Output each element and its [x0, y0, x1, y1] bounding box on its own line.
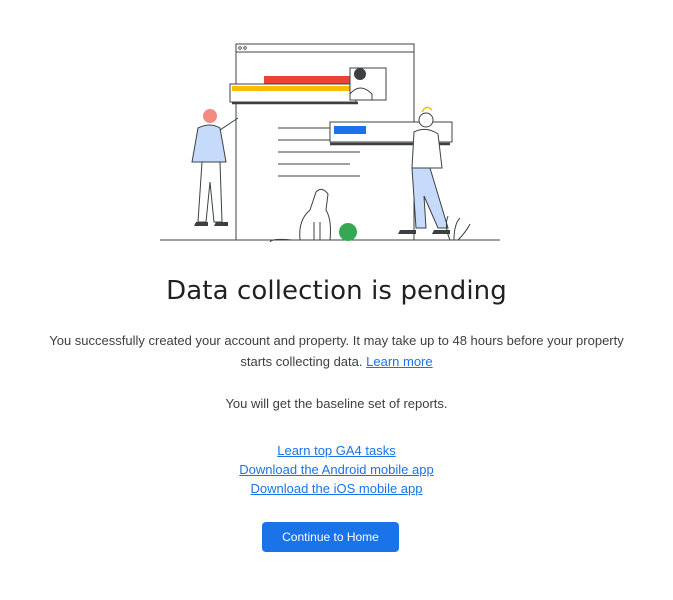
resource-links: Learn top GA4 tasks Download the Android…: [0, 441, 673, 498]
right-person-head: [418, 112, 434, 128]
blue-bar-shape: [334, 126, 366, 134]
learn-more-link[interactable]: Learn more: [366, 354, 432, 369]
woman-head: [203, 109, 217, 123]
android-app-link[interactable]: Download the Android mobile app: [239, 460, 433, 479]
green-ball: [339, 223, 357, 241]
plant-shape: [445, 215, 471, 241]
description-body: You successfully created your account an…: [49, 333, 624, 369]
ios-app-link[interactable]: Download the iOS mobile app: [251, 479, 423, 498]
continue-to-home-button[interactable]: Continue to Home: [262, 522, 399, 552]
description-text: You successfully created your account an…: [40, 330, 633, 372]
yellow-bar-shape: [232, 86, 354, 91]
illustration-svg: [160, 43, 500, 243]
data-collection-illustration: [150, 36, 510, 248]
page-title: Data collection is pending: [166, 276, 507, 306]
baseline-reports-text: You will get the baseline set of reports…: [225, 396, 448, 411]
learn-ga4-tasks-link[interactable]: Learn top GA4 tasks: [277, 441, 396, 460]
